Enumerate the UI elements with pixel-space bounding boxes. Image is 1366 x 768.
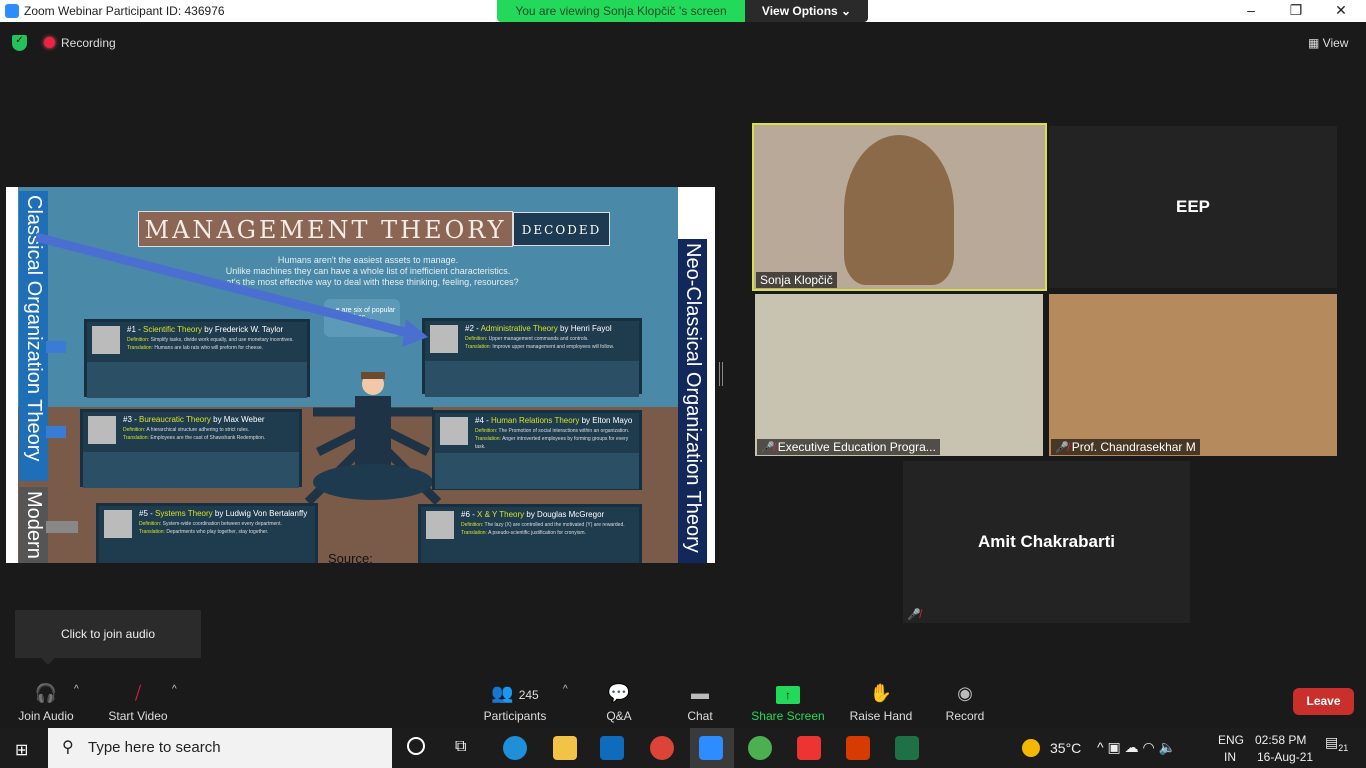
globe-app-icon[interactable] — [748, 736, 772, 760]
share-screen-button[interactable]: ↑ Share Screen — [750, 681, 826, 723]
close-button[interactable]: ✕ — [1326, 2, 1356, 19]
audio-options-caret[interactable]: ^ — [74, 684, 79, 695]
mic-muted-icon: 🎤̸ — [907, 609, 921, 621]
window-title: Zoom Webinar Participant ID: 436976 — [24, 4, 225, 18]
participants-options-caret[interactable]: ^ — [563, 684, 568, 695]
chat-label: Chat — [687, 709, 713, 723]
minimize-button[interactable]: – — [1236, 2, 1266, 18]
video-tile-amit[interactable]: Amit Chakrabarti 🎤̸ — [903, 461, 1190, 623]
participants-label: Participants — [483, 709, 547, 723]
share-screen-label: Share Screen — [751, 709, 825, 723]
participants-button[interactable]: 👥 245 Participants — [478, 681, 552, 723]
speaker-video — [844, 135, 954, 285]
edge-icon[interactable] — [503, 736, 527, 760]
viewing-banner: You are viewing Sonja Klopčič 's screen — [497, 0, 745, 22]
record-button[interactable]: ◉ Record — [940, 681, 990, 723]
video-tile-sonja[interactable]: Sonja Klopčič — [752, 123, 1047, 291]
security-shield-icon[interactable]: ✓ — [12, 35, 27, 51]
language-indicator[interactable]: ENG — [1218, 733, 1244, 747]
join-audio-label: Join Audio — [18, 709, 74, 723]
windows-start-icon[interactable]: ⊞ — [15, 740, 28, 760]
task-view-icon[interactable]: ⧉ — [455, 738, 466, 756]
participant-name: Sonja Klopčič — [756, 272, 837, 288]
qa-button[interactable]: 💬 Q&A — [598, 681, 640, 723]
record-label: Record — [945, 709, 985, 723]
mic-muted-icon: 🎤̸ — [761, 442, 775, 454]
qa-icon: 💬 — [607, 683, 631, 703]
cortana-icon[interactable] — [407, 737, 425, 755]
file-explorer-icon[interactable] — [553, 736, 577, 760]
search-icon: ⚲ — [62, 739, 74, 756]
participant-name: Amit Chakrabarti — [978, 532, 1115, 551]
zoom-app-icon[interactable] — [699, 736, 723, 760]
outlook-icon[interactable] — [600, 736, 624, 760]
tray-overflow-icon[interactable]: ^ ▣ ☁ ◠ 🔈 — [1097, 739, 1176, 756]
maximize-button[interactable]: ❐ — [1281, 2, 1311, 19]
participant-name: Prof. Chandrasekhar M — [1071, 440, 1196, 454]
chat-icon: ▬ — [691, 683, 709, 703]
chrome-icon[interactable] — [650, 736, 674, 760]
video-tile-prof[interactable]: 🎤̸ Prof. Chandrasekhar M — [1049, 294, 1337, 456]
taskbar-search-input[interactable]: ⚲ Type here to search — [48, 728, 392, 768]
recording-indicator: Recording — [44, 36, 116, 50]
search-placeholder: Type here to search — [88, 739, 221, 756]
record-dot-icon — [44, 37, 55, 48]
video-tile-eep[interactable]: EEP — [1049, 126, 1337, 288]
view-options-button[interactable]: View Options ⌄ — [745, 0, 868, 22]
notifications-icon[interactable]: ▤21 — [1325, 734, 1348, 753]
office-icon[interactable] — [846, 736, 870, 760]
join-audio-button[interactable]: 🎧 Join Audio — [10, 681, 82, 723]
view-button[interactable]: ▦ View — [1308, 36, 1348, 50]
clock-date[interactable]: 16-Aug-21 — [1257, 750, 1313, 764]
view-label: View — [1322, 36, 1349, 50]
grid-icon: ▦ — [1308, 36, 1323, 50]
chat-button[interactable]: ▬ Chat — [680, 681, 720, 723]
record-icon: ◉ — [957, 683, 973, 703]
participants-icon: 👥 — [491, 683, 514, 703]
start-video-label: Start Video — [108, 709, 168, 723]
start-video-button[interactable]: ⧸ Start Video — [100, 681, 176, 723]
excel-icon[interactable] — [895, 736, 919, 760]
raise-hand-button[interactable]: ✋ Raise Hand — [848, 681, 914, 723]
headphones-icon: 🎧 — [34, 683, 58, 703]
video-off-icon: ⧸ — [134, 683, 142, 703]
participant-count: 245 — [518, 688, 539, 702]
leave-button[interactable]: Leave — [1293, 688, 1354, 715]
weather-sun-icon[interactable] — [1022, 739, 1040, 757]
join-audio-tooltip: Click to join audio — [15, 610, 201, 665]
qa-label: Q&A — [606, 709, 632, 723]
video-tile-exec[interactable]: 🎤̸ Executive Education Progra... — [755, 294, 1043, 456]
shared-screen: MANAGEMENT THEORY DECODED Humans aren't … — [6, 187, 715, 563]
raise-hand-label: Raise Hand — [849, 709, 913, 723]
temperature[interactable]: 35°C — [1050, 740, 1081, 756]
anydesk-icon[interactable] — [797, 736, 821, 760]
participant-name: Executive Education Progra... — [777, 440, 936, 454]
zoom-logo-icon — [5, 4, 19, 18]
recording-label: Recording — [61, 36, 116, 50]
share-screen-icon: ↑ — [776, 686, 800, 704]
mic-muted-icon: 🎤̸ — [1055, 442, 1069, 454]
windows-taskbar: ⊞ ⚲ Type here to search ⧉ 35°C ^ ▣ ☁ ◠ 🔈 … — [0, 728, 1366, 768]
hand-icon: ✋ — [869, 683, 893, 703]
region-indicator[interactable]: IN — [1224, 750, 1236, 764]
video-options-caret[interactable]: ^ — [172, 684, 177, 695]
participant-name: EEP — [1175, 197, 1211, 216]
annotation-arrow — [34, 232, 428, 533]
clock-time[interactable]: 02:58 PM — [1255, 733, 1306, 747]
splitter-handle[interactable] — [719, 362, 723, 386]
